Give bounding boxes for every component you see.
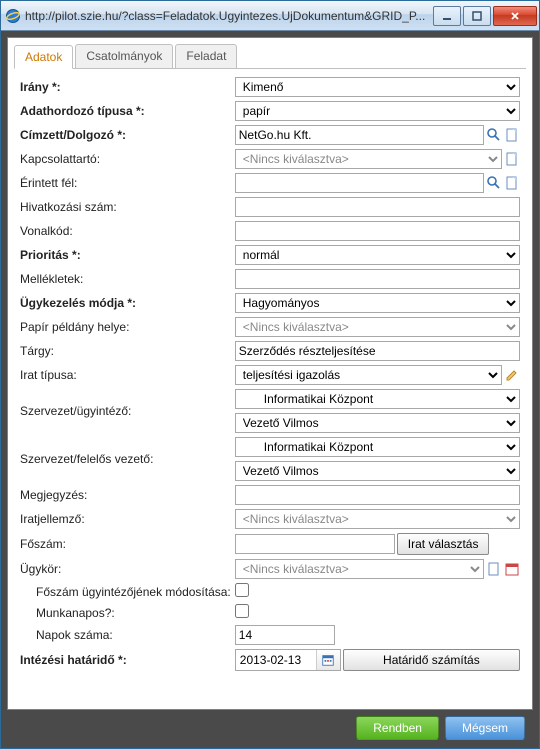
label-adathordozo: Adathordozó típusa *: bbox=[18, 99, 233, 123]
titlebar: http://pilot.szie.hu/?class=Feladatok.Ug… bbox=[1, 1, 539, 31]
label-cimzett: Címzett/Dolgozó *: bbox=[18, 123, 233, 147]
calendar-icon[interactable] bbox=[504, 561, 520, 577]
ie-icon bbox=[5, 8, 21, 24]
label-foszam: Főszám: bbox=[18, 531, 233, 557]
address-url: http://pilot.szie.hu/?class=Feladatok.Ug… bbox=[25, 9, 431, 23]
client-area: Adatok Csatolmányok Feladat Irány *: Kim… bbox=[1, 31, 539, 748]
new-doc-icon[interactable] bbox=[504, 127, 520, 143]
select-szervezet-fel-person[interactable]: Vezető Vilmos bbox=[235, 461, 520, 481]
checkbox-foszam-mod[interactable] bbox=[235, 583, 249, 597]
select-szervezet-fel-org[interactable]: Informatikai Központ bbox=[235, 437, 520, 457]
select-kapcsolattarto[interactable]: <Nincs kiválasztva> bbox=[235, 149, 502, 169]
label-megjegyzes: Megjegyzés: bbox=[18, 483, 233, 507]
label-munkanapos: Munkanapos?: bbox=[18, 602, 233, 623]
label-targy: Tárgy: bbox=[18, 339, 233, 363]
form-panel: Adatok Csatolmányok Feladat Irány *: Kim… bbox=[7, 37, 533, 710]
clear-icon[interactable] bbox=[486, 561, 502, 577]
input-vonalkod[interactable] bbox=[235, 221, 520, 241]
button-cancel[interactable]: Mégsem bbox=[445, 716, 525, 740]
minimize-button[interactable] bbox=[433, 6, 461, 26]
select-irat-tipusa[interactable]: teljesítési igazolás bbox=[235, 365, 502, 385]
tab-feladat[interactable]: Feladat bbox=[175, 44, 237, 68]
input-cimzett[interactable] bbox=[235, 125, 484, 145]
select-adathordozo[interactable]: papír bbox=[235, 101, 520, 121]
label-erintett: Érintett fél: bbox=[18, 171, 233, 195]
close-button[interactable] bbox=[493, 6, 537, 26]
label-iratjellemzo: Iratjellemző: bbox=[18, 507, 233, 531]
select-prioritas[interactable]: normál bbox=[235, 245, 520, 265]
footer: Rendben Mégsem bbox=[7, 710, 533, 748]
button-ok[interactable]: Rendben bbox=[356, 716, 439, 740]
label-mellekletek: Mellékletek: bbox=[18, 267, 233, 291]
input-hivatkozasi[interactable] bbox=[235, 197, 520, 217]
label-hatarido: Intézési határidő *: bbox=[18, 647, 233, 673]
button-irat-valasztas[interactable]: Irat választás bbox=[397, 533, 490, 555]
label-szervezet-ugyintezo: Szervezet/ügyintéző: bbox=[18, 387, 233, 435]
input-targy[interactable] bbox=[235, 341, 520, 361]
select-ugykezeles[interactable]: Hagyományos bbox=[235, 293, 520, 313]
window-buttons bbox=[431, 6, 537, 26]
label-hivatkozasi: Hivatkozási szám: bbox=[18, 195, 233, 219]
label-vonalkod: Vonalkód: bbox=[18, 219, 233, 243]
form-area: Irány *: Kimenő Adathordozó típusa *: pa… bbox=[8, 69, 532, 709]
label-ugykor: Ügykör: bbox=[18, 557, 233, 581]
new-doc-icon[interactable] bbox=[504, 175, 520, 191]
select-irany[interactable]: Kimenő bbox=[235, 77, 520, 97]
label-papir-helye: Papír példány helye: bbox=[18, 315, 233, 339]
date-field-hatarido[interactable] bbox=[235, 649, 341, 671]
input-erintett[interactable] bbox=[235, 173, 484, 193]
maximize-button[interactable] bbox=[463, 6, 491, 26]
label-ugykezeles: Ügykezelés módja *: bbox=[18, 291, 233, 315]
select-szervezet-ugy-person[interactable]: Vezető Vilmos bbox=[235, 413, 520, 433]
tab-csatolmanyok[interactable]: Csatolmányok bbox=[75, 44, 173, 68]
search-icon[interactable] bbox=[486, 127, 502, 143]
calendar-picker-icon[interactable] bbox=[316, 650, 340, 670]
app-window: http://pilot.szie.hu/?class=Feladatok.Ug… bbox=[0, 0, 540, 749]
label-kapcsolattarto: Kapcsolattartó: bbox=[18, 147, 233, 171]
select-ugykor[interactable]: <Nincs kiválasztva> bbox=[235, 559, 484, 579]
input-foszam[interactable] bbox=[235, 534, 395, 554]
input-hatarido[interactable] bbox=[236, 650, 316, 670]
checkbox-munkanapos[interactable] bbox=[235, 604, 249, 618]
edit-icon[interactable] bbox=[504, 367, 520, 383]
tabstrip: Adatok Csatolmányok Feladat bbox=[8, 38, 532, 68]
label-foszam-mod: Főszám ügyintézőjének módosítása: bbox=[18, 581, 233, 602]
label-irat-tipusa: Irat típusa: bbox=[18, 363, 233, 387]
button-hatarido-szamitas[interactable]: Határidő számítás bbox=[343, 649, 520, 671]
input-napok[interactable] bbox=[235, 625, 335, 645]
select-papir-helye[interactable]: <Nincs kiválasztva> bbox=[235, 317, 520, 337]
label-prioritas: Prioritás *: bbox=[18, 243, 233, 267]
label-irany: Irány *: bbox=[18, 75, 233, 99]
select-iratjellemzo[interactable]: <Nincs kiválasztva> bbox=[235, 509, 520, 529]
label-szervezet-felelos: Szervezet/felelős vezető: bbox=[18, 435, 233, 483]
search-icon[interactable] bbox=[486, 175, 502, 191]
tab-adatok[interactable]: Adatok bbox=[14, 45, 73, 69]
input-megjegyzes[interactable] bbox=[235, 485, 520, 505]
input-mellekletek[interactable] bbox=[235, 269, 520, 289]
new-doc-icon[interactable] bbox=[504, 151, 520, 167]
select-szervezet-ugy-org[interactable]: Informatikai Központ bbox=[235, 389, 520, 409]
label-napok: Napok száma: bbox=[18, 623, 233, 647]
